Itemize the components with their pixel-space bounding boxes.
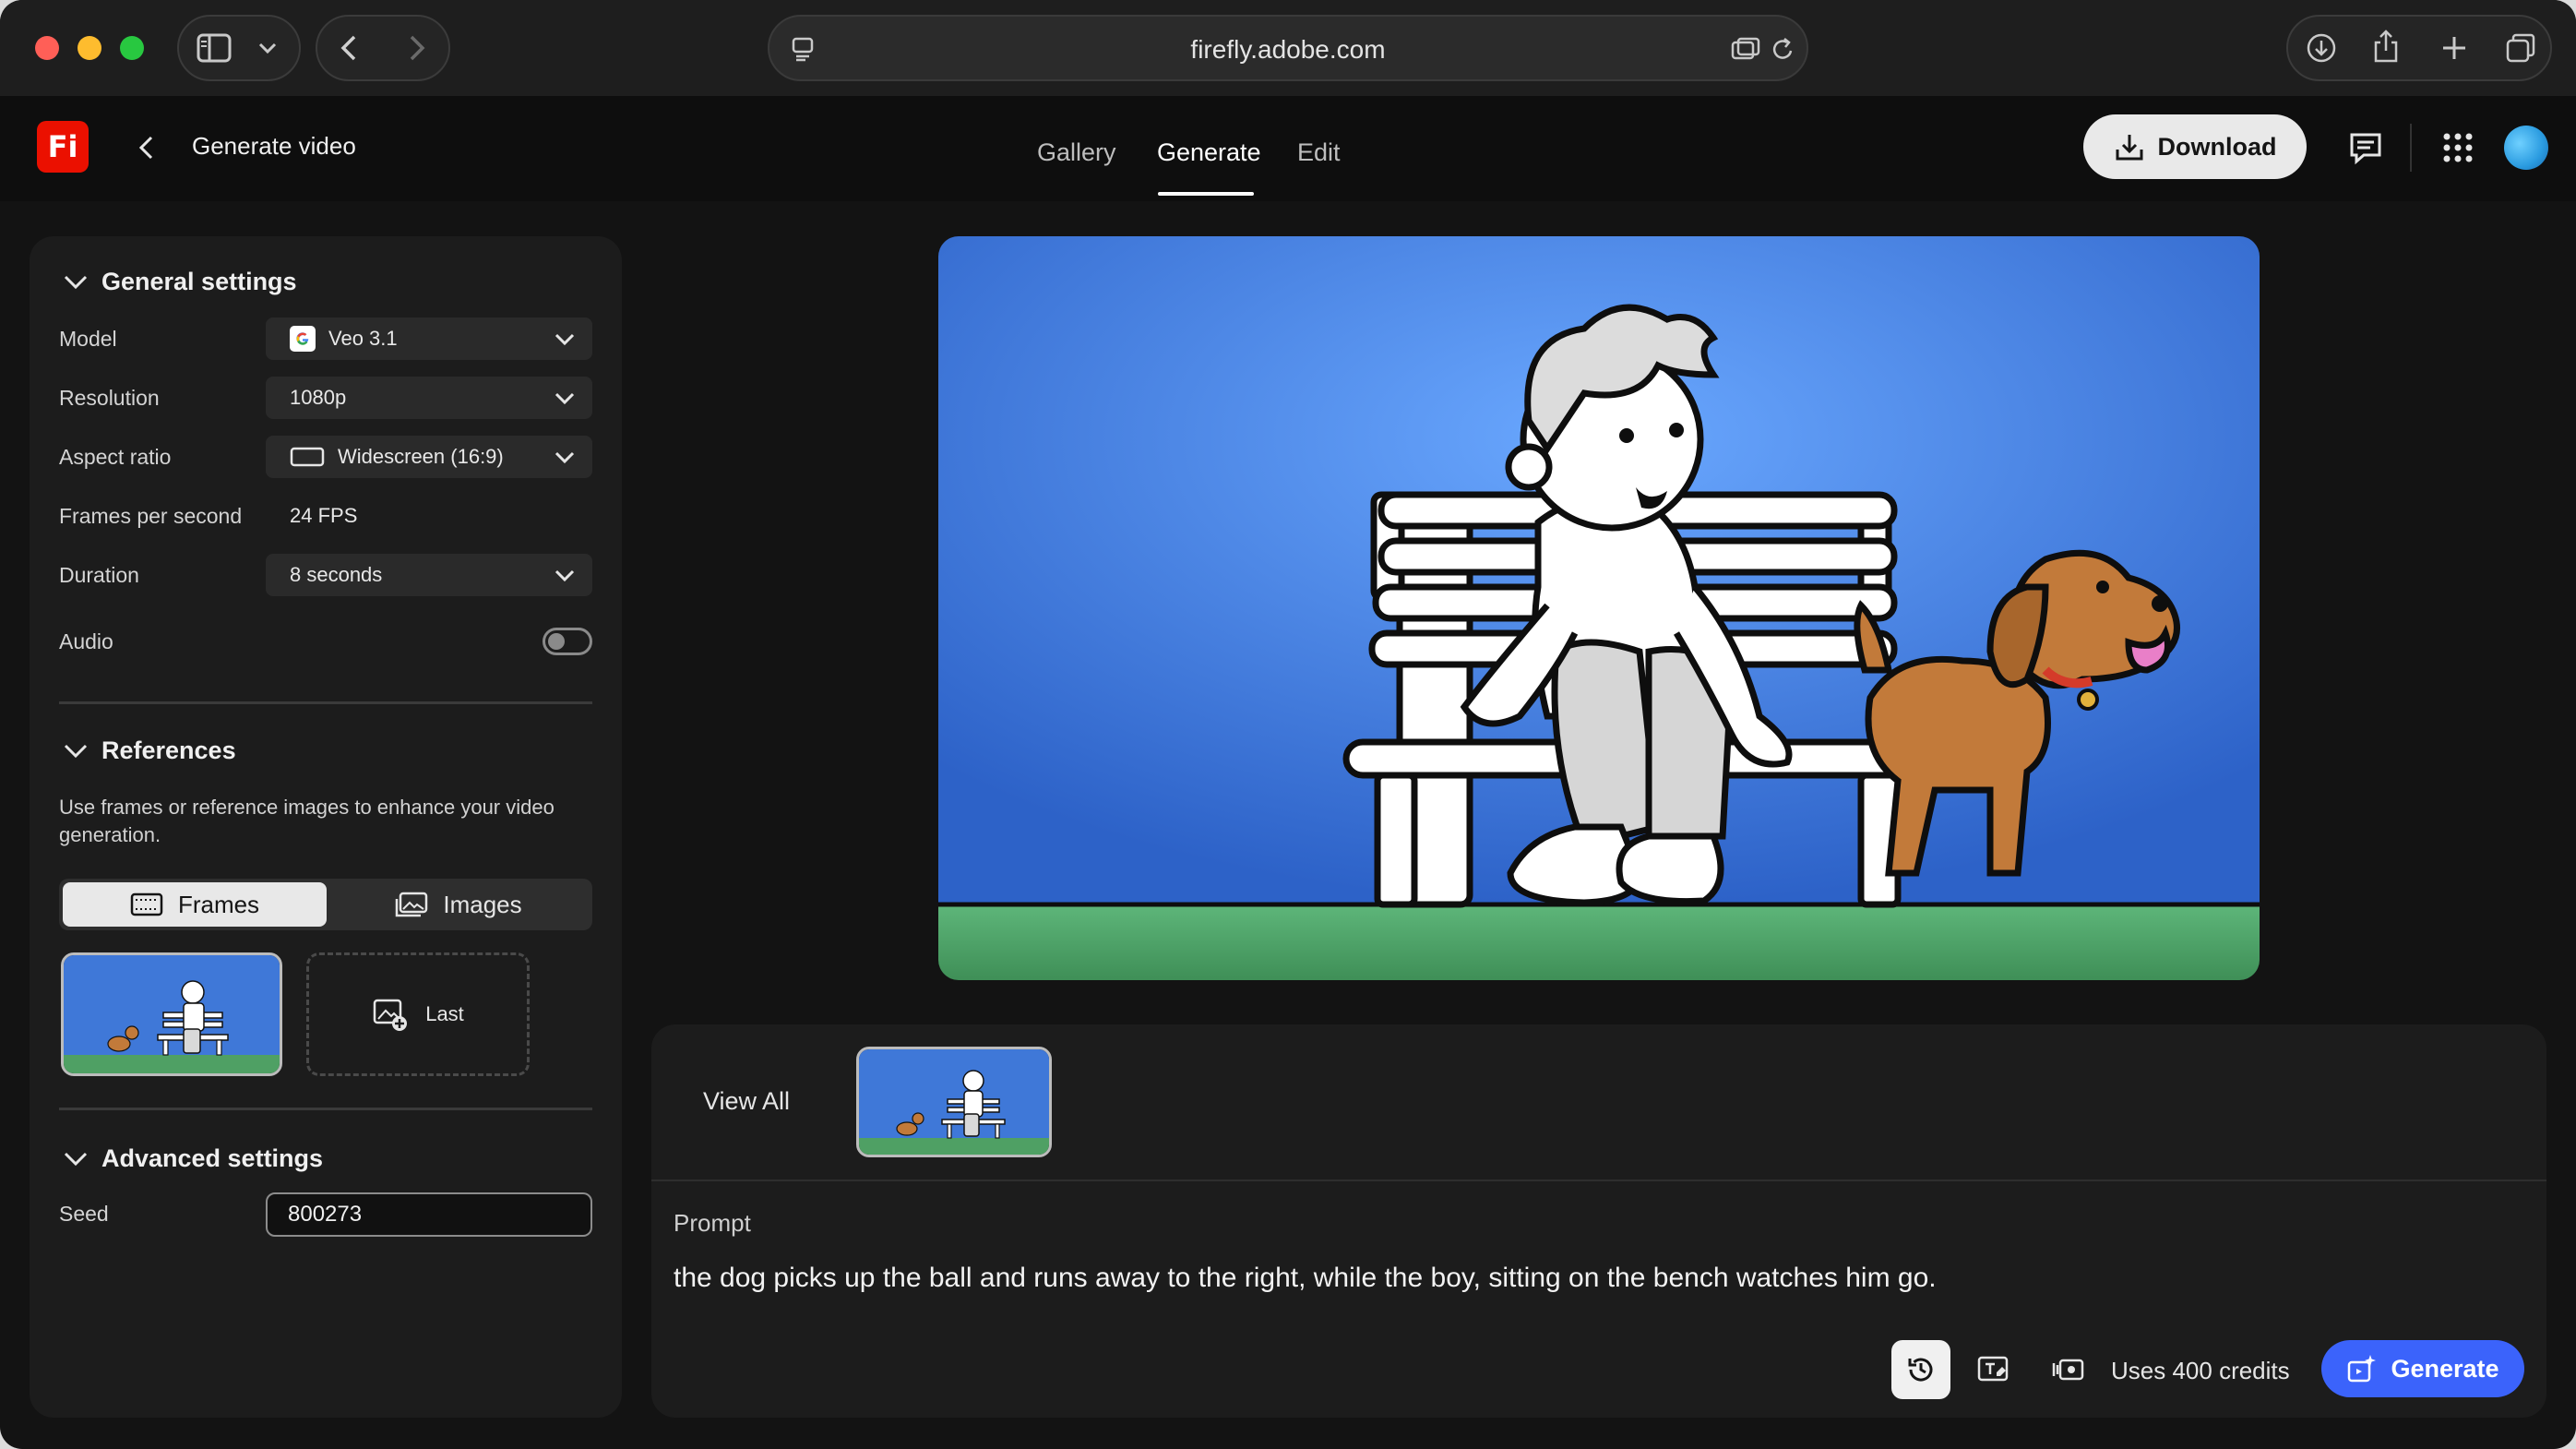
section-title: References — [101, 736, 236, 764]
widescreen-icon — [290, 447, 325, 467]
prompt-panel: View All Prompt the dog picks up the bal… — [651, 1024, 2546, 1418]
prompt-label: Prompt — [674, 1209, 751, 1237]
last-frame-slot[interactable]: Last — [306, 952, 530, 1076]
generate-icon — [2348, 1355, 2377, 1383]
settings-panel: General settings Model Veo 3.1 Resolutio… — [30, 236, 622, 1418]
chevron-down-icon — [64, 744, 88, 758]
model-select[interactable]: Veo 3.1 — [266, 317, 592, 360]
references-help-text: Use frames or reference images to enhanc… — [59, 796, 555, 846]
section-divider — [59, 1108, 592, 1110]
google-icon — [290, 326, 316, 352]
browser-toolbar: firefly.adobe.com — [0, 0, 2576, 96]
tabs-overview-icon[interactable] — [1729, 33, 1762, 65]
text-style-button[interactable] — [1965, 1340, 2024, 1399]
advanced-settings-header[interactable]: Advanced settings — [63, 1144, 323, 1173]
sidebar-icon[interactable] — [194, 30, 234, 66]
section-title: Advanced settings — [101, 1144, 324, 1172]
header-divider — [2410, 124, 2412, 172]
chevron-down-icon — [555, 451, 575, 464]
frames-icon — [130, 892, 163, 916]
frames-segment[interactable]: Frames — [63, 882, 327, 927]
window-close-button[interactable] — [35, 36, 59, 60]
view-all-link[interactable]: View All — [703, 1087, 790, 1116]
resolution-value: 1080p — [290, 386, 347, 409]
tab-generate[interactable]: Generate — [1157, 138, 1261, 167]
apps-grid-icon[interactable] — [2438, 127, 2478, 168]
page-title: Generate video — [192, 132, 356, 160]
browser-window: firefly.adobe.com Fi Generate video Gall… — [0, 0, 2576, 1449]
resolution-label: Resolution — [59, 386, 160, 410]
first-frame-thumbnail[interactable] — [61, 952, 282, 1076]
download-label: Download — [2157, 132, 2277, 161]
model-label: Model — [59, 327, 117, 351]
text-style-icon — [1977, 1356, 2009, 1382]
back-arrow-icon[interactable] — [330, 30, 367, 66]
tab-overview-icon[interactable] — [2500, 28, 2541, 68]
video-settings-icon — [2052, 1359, 2084, 1381]
chevron-down-icon[interactable] — [251, 33, 284, 63]
last-label: Last — [425, 1002, 464, 1025]
audio-label: Audio — [59, 629, 113, 653]
download-icon — [2116, 135, 2142, 161]
back-chevron-icon[interactable] — [129, 129, 166, 166]
share-icon[interactable] — [2366, 26, 2406, 66]
download-button[interactable]: Download — [2083, 114, 2307, 179]
active-tab-indicator — [1158, 192, 1254, 196]
duration-value: 8 seconds — [290, 563, 383, 586]
fps-value: 24 FPS — [290, 504, 358, 527]
audio-toggle[interactable] — [543, 628, 592, 655]
generate-button[interactable]: Generate — [2321, 1340, 2524, 1397]
firefly-logo[interactable]: Fi — [37, 121, 89, 173]
general-settings-header[interactable]: General settings — [63, 268, 297, 296]
aspect-ratio-label: Aspect ratio — [59, 445, 172, 469]
chevron-down-icon — [555, 392, 575, 405]
tab-edit[interactable]: Edit — [1297, 138, 1341, 167]
seed-label: Seed — [59, 1202, 109, 1226]
url-text: firefly.adobe.com — [1190, 35, 1386, 64]
generation-history-thumbnail[interactable] — [856, 1047, 1052, 1157]
images-icon — [396, 892, 428, 917]
references-header[interactable]: References — [63, 736, 236, 765]
prompt-input[interactable]: the dog picks up the ball and runs away … — [674, 1263, 1937, 1294]
section-divider — [59, 701, 592, 704]
chevron-down-icon — [555, 569, 575, 582]
window-minimize-button[interactable] — [78, 36, 101, 60]
history-button[interactable] — [1891, 1340, 1950, 1399]
images-segment[interactable]: Images — [328, 882, 589, 927]
forward-arrow-icon[interactable] — [399, 30, 435, 66]
downloads-icon[interactable] — [2301, 28, 2342, 68]
reload-icon[interactable] — [1768, 33, 1799, 65]
app-header: Fi Generate video Gallery Generate Edit … — [0, 96, 2576, 201]
prompt-divider — [651, 1180, 2546, 1181]
new-tab-icon[interactable] — [2434, 28, 2475, 68]
user-avatar[interactable] — [2504, 126, 2548, 170]
reference-type-toggle: Frames Images — [59, 879, 592, 930]
model-value: Veo 3.1 — [328, 327, 398, 350]
fps-label: Frames per second — [59, 504, 243, 528]
credits-text: Uses 400 credits — [2111, 1357, 2290, 1384]
section-title: General settings — [101, 268, 297, 295]
history-icon — [1908, 1358, 1933, 1382]
video-settings-button[interactable] — [2039, 1340, 2098, 1399]
aspect-ratio-select[interactable]: Widescreen (16:9) — [266, 436, 592, 478]
window-maximize-button[interactable] — [120, 36, 144, 60]
tab-gallery[interactable]: Gallery — [1037, 138, 1116, 167]
chevron-down-icon — [555, 333, 575, 346]
chevron-down-icon — [64, 275, 88, 289]
address-bar[interactable]: firefly.adobe.com — [768, 15, 1808, 81]
generate-label: Generate — [2391, 1354, 2499, 1383]
images-label: Images — [443, 890, 522, 918]
add-image-icon — [373, 999, 408, 1031]
duration-label: Duration — [59, 563, 139, 587]
aspect-ratio-value: Widescreen (16:9) — [338, 445, 504, 468]
feedback-icon[interactable] — [2345, 127, 2386, 168]
resolution-select[interactable]: 1080p — [266, 377, 592, 419]
video-preview[interactable] — [938, 236, 2260, 980]
frames-label: Frames — [177, 890, 260, 918]
seed-input[interactable]: 800273 — [266, 1192, 592, 1237]
duration-select[interactable]: 8 seconds — [266, 554, 592, 596]
chevron-down-icon — [64, 1152, 88, 1166]
